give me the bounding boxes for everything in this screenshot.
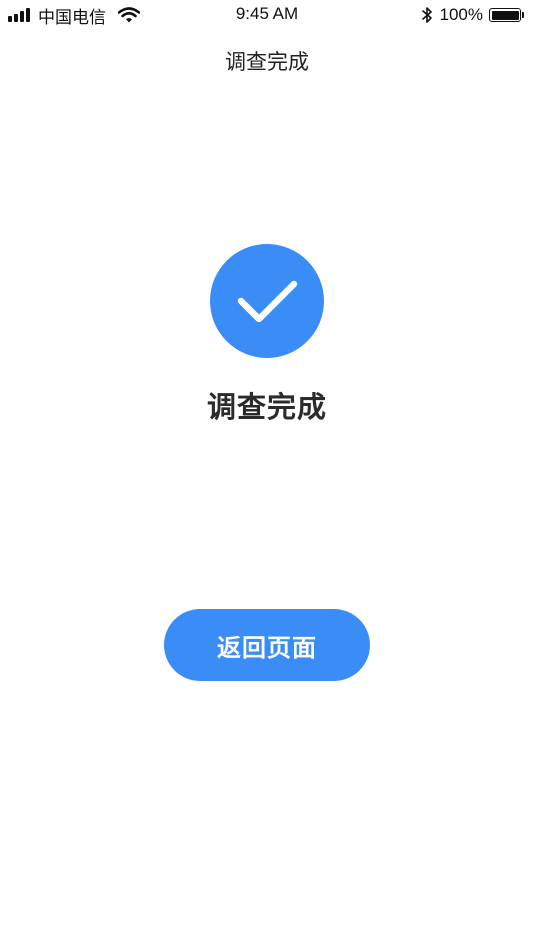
- page-title: 调查完成: [225, 51, 309, 74]
- battery-icon: [489, 8, 521, 22]
- battery-fill: [491, 10, 519, 20]
- result-title: 调查完成: [206, 392, 327, 424]
- status-right: 100%: [421, 4, 524, 26]
- status-bar: 中国电信 9:45 AM 100%: [0, 0, 534, 30]
- bluetooth-icon: [421, 7, 432, 23]
- checkmark-icon: [237, 280, 298, 323]
- success-badge: [210, 244, 324, 358]
- battery-percent: 100%: [439, 5, 483, 24]
- battery-tip: [522, 12, 524, 18]
- return-button[interactable]: 返回页面: [164, 609, 370, 681]
